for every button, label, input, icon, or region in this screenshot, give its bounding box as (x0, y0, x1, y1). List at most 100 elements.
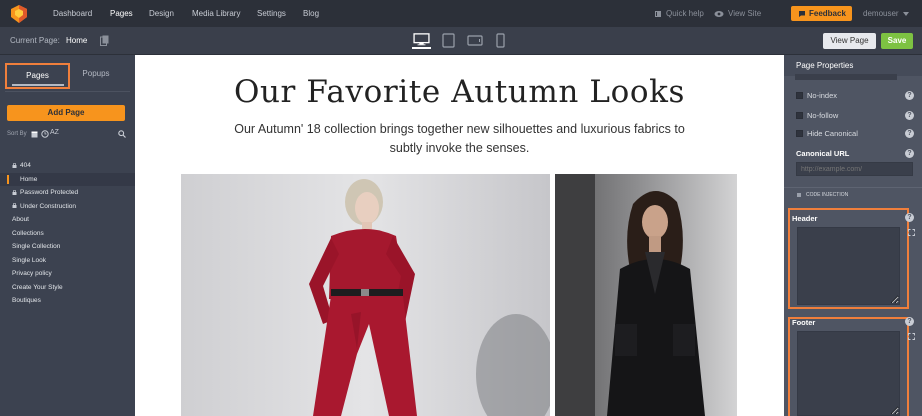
book-icon (655, 10, 661, 17)
tab-popups[interactable]: Popups (70, 63, 122, 89)
view-page-button[interactable]: View Page (823, 33, 876, 49)
page-item-home[interactable]: Home (0, 172, 135, 186)
fashion-photo-red-suit[interactable] (181, 174, 550, 416)
chevron-down-icon (902, 11, 909, 16)
view-site-link[interactable]: View Site (714, 0, 761, 27)
page-item-boutiques[interactable]: Boutiques (0, 294, 135, 308)
help-icon[interactable]: ? (905, 129, 914, 138)
nav-design[interactable]: Design (149, 0, 174, 27)
nav-pages[interactable]: Pages (110, 0, 133, 27)
page-properties-panel: Page Properties No-index ? No-follow ? H… (784, 55, 922, 416)
code-injection-section[interactable]: CODE INJECTION (784, 187, 922, 201)
sort-az-button[interactable]: AZ (50, 129, 59, 136)
editor-toolbar: Current Page: Home View Page Save (0, 27, 922, 55)
page-subtitle[interactable]: Our Autumn' 18 collection brings togethe… (220, 120, 699, 158)
page-item-privacy-policy[interactable]: Privacy policy (0, 267, 135, 281)
header-label: Header (792, 214, 818, 223)
nav-blog[interactable]: Blog (303, 0, 319, 27)
copy-icon[interactable] (100, 35, 109, 46)
desktop-icon[interactable] (412, 33, 431, 49)
eye-icon (714, 10, 724, 17)
help-icon[interactable]: ? (905, 91, 914, 100)
page-list: 404 Home Password Protected Under Constr… (0, 159, 135, 308)
page-item-label: Boutiques (12, 297, 41, 304)
lock-icon (12, 203, 17, 208)
hide-canonical-checkbox[interactable] (796, 130, 803, 137)
help-icon[interactable]: ? (905, 149, 914, 158)
clock-icon[interactable] (41, 130, 49, 138)
canonical-url-input[interactable] (796, 162, 913, 176)
page-item-label: Privacy policy (12, 270, 52, 277)
page-item-password-protected[interactable]: Password Protected (0, 186, 135, 200)
footer-code-textarea[interactable] (797, 331, 900, 416)
tablet-landscape-icon[interactable] (467, 33, 483, 49)
lock-icon (12, 189, 17, 195)
no-follow-label: No-follow (807, 111, 839, 120)
nav-settings[interactable]: Settings (257, 0, 286, 27)
page-item-single-collection[interactable]: Single Collection (0, 240, 135, 254)
no-index-checkbox[interactable] (796, 92, 803, 99)
help-icon[interactable]: ? (905, 111, 914, 120)
divider (5, 91, 130, 92)
user-menu[interactable]: demouser (863, 0, 909, 27)
quick-help-link[interactable]: Quick help (654, 0, 704, 27)
help-icon[interactable]: ? (905, 317, 914, 326)
logo-icon[interactable] (8, 3, 30, 25)
page-item-404[interactable]: 404 (0, 159, 135, 173)
nav-media-library[interactable]: Media Library (192, 0, 240, 27)
panel-top-field (795, 74, 897, 80)
add-page-button[interactable]: Add Page (7, 105, 125, 121)
page-item-label: Single Collection (12, 243, 61, 250)
chat-icon (799, 10, 805, 17)
current-page-value: Home (66, 36, 88, 45)
page-item-create-your-style[interactable]: Create Your Style (0, 281, 135, 295)
active-tab-indicator (12, 84, 64, 86)
page-item-single-look[interactable]: Single Look (0, 254, 135, 268)
help-icon[interactable]: ? (905, 213, 914, 222)
top-navigation-bar: Dashboard Pages Design Media Library Set… (0, 0, 922, 27)
no-follow-option[interactable]: No-follow (796, 111, 838, 121)
page-item-label: Password Protected (20, 189, 79, 196)
page-item-about[interactable]: About (0, 213, 135, 227)
section-bullet-icon (797, 193, 801, 197)
search-icon[interactable] (118, 130, 126, 138)
pages-sidebar: Pages Popups Add Page Sort By AZ 404 Hom… (0, 55, 135, 416)
expand-icon[interactable] (908, 333, 915, 340)
calendar-icon[interactable] (31, 130, 38, 138)
page-item-under-construction[interactable]: Under Construction (0, 200, 135, 214)
quick-help-label: Quick help (666, 9, 704, 18)
view-site-label: View Site (728, 9, 762, 18)
footer-label: Footer (792, 318, 816, 327)
page-item-label: 404 (20, 162, 31, 169)
mobile-icon[interactable] (496, 33, 505, 49)
hide-canonical-label: Hide Canonical (807, 129, 858, 138)
feedback-button[interactable]: Feedback (791, 6, 852, 21)
page-item-collections[interactable]: Collections (0, 227, 135, 241)
save-button[interactable]: Save (881, 33, 913, 49)
panel-title: Page Properties (784, 55, 922, 76)
user-name-label: demouser (863, 9, 899, 18)
fashion-photo-leather-jacket[interactable] (555, 174, 737, 416)
nav-dashboard[interactable]: Dashboard (53, 0, 92, 27)
hide-canonical-option[interactable]: Hide Canonical (796, 129, 858, 139)
tablet-portrait-icon[interactable] (442, 33, 455, 49)
page-item-label: Create Your Style (12, 283, 63, 291)
canonical-url-label: Canonical URL (796, 149, 850, 158)
current-page-label: Current Page: (10, 36, 60, 45)
code-injection-label: CODE INJECTION (806, 192, 849, 198)
lock-icon (12, 162, 17, 168)
page-preview-canvas[interactable]: Our Favorite Autumn Looks Our Autumn' 18… (135, 55, 784, 416)
no-index-label: No-index (807, 91, 838, 100)
feedback-label: Feedback (809, 9, 846, 18)
page-item-label: Collections (12, 229, 44, 237)
sort-by-label: Sort By (7, 131, 27, 137)
page-item-label: Single Look (12, 256, 46, 264)
page-item-label: About (12, 216, 29, 223)
expand-icon[interactable] (908, 229, 915, 236)
page-item-label: Under Construction (20, 202, 76, 210)
header-code-textarea[interactable] (797, 227, 900, 305)
page-title[interactable]: Our Favorite Autumn Looks (135, 74, 784, 110)
no-follow-checkbox[interactable] (796, 112, 803, 119)
no-index-option[interactable]: No-index (796, 91, 837, 101)
page-item-label: Home (20, 175, 38, 183)
